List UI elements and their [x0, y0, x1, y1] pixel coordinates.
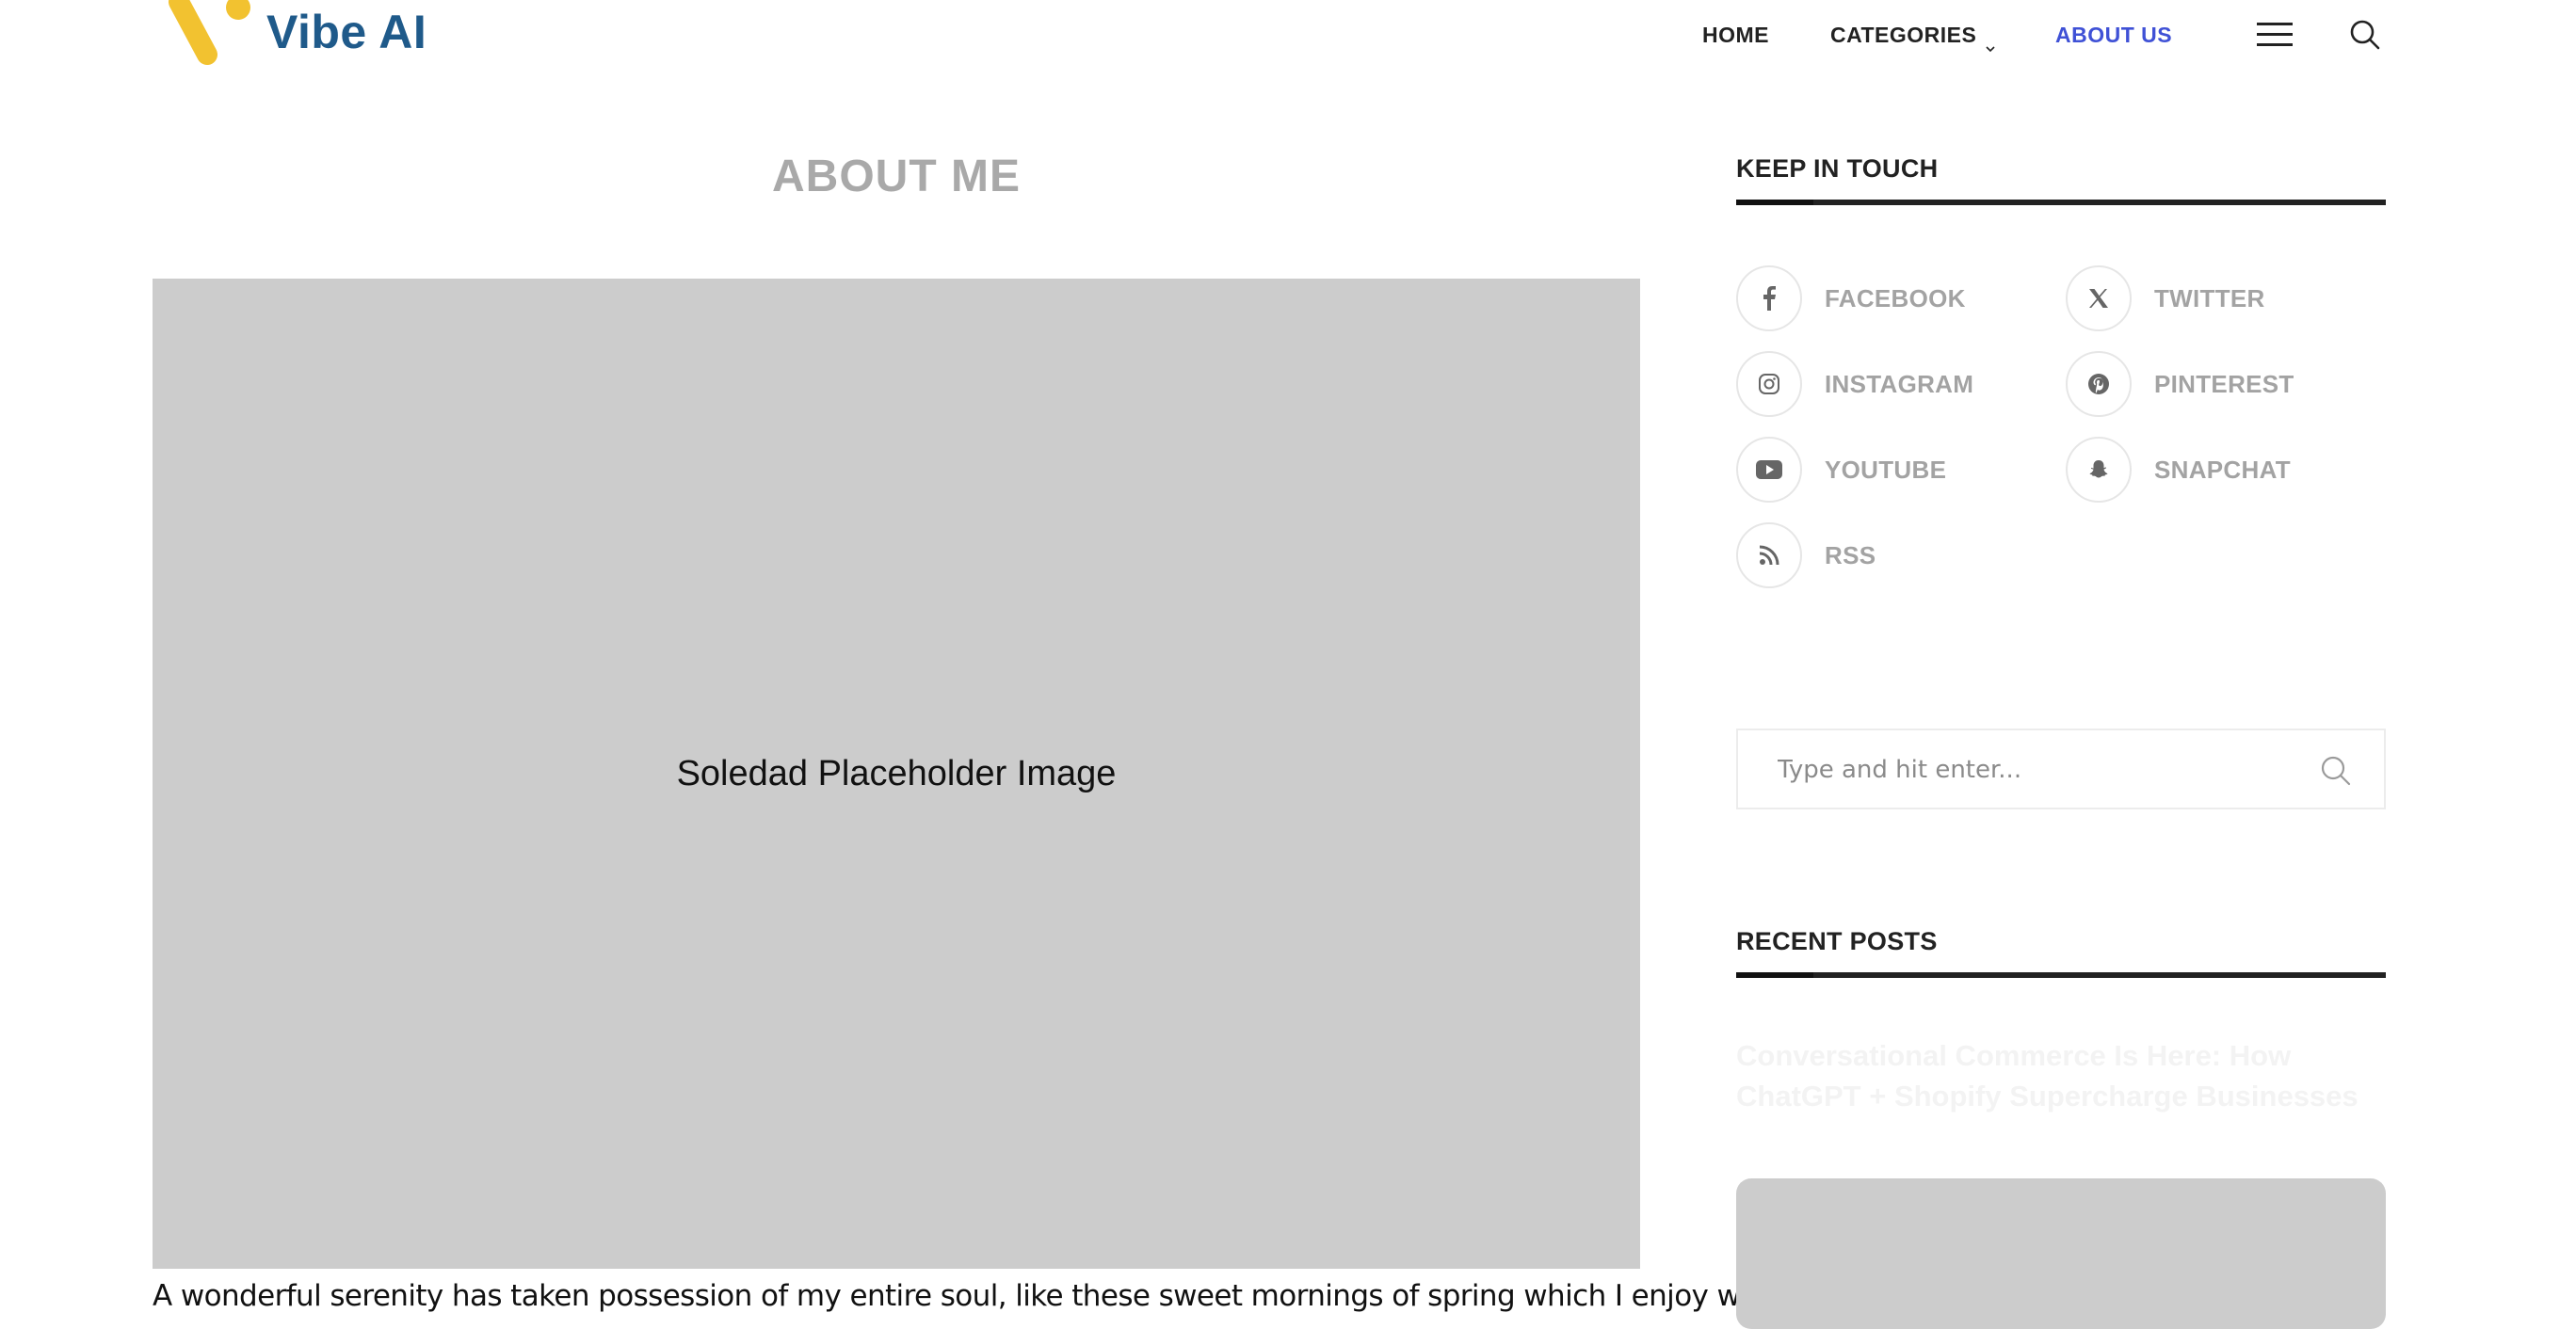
search-icon[interactable]	[2349, 19, 2381, 51]
social-rss[interactable]: RSS	[1736, 522, 1876, 588]
instagram-icon	[1736, 351, 1802, 417]
recent-posts-title: RECENT POSTS	[1736, 927, 1938, 955]
youtube-icon	[1736, 437, 1802, 503]
rss-icon	[1736, 522, 1802, 588]
featured-image: Soledad Placeholder Image	[153, 279, 1640, 1269]
snapchat-icon	[2066, 437, 2132, 503]
pinterest-icon	[2066, 351, 2132, 417]
keep-in-touch-title: KEEP IN TOUCH	[1736, 154, 1939, 183]
intro-paragraph: A wonderful serenity has taken possessio…	[153, 1279, 1778, 1313]
nav-home[interactable]: HOME	[1702, 21, 1769, 49]
nav-categories-label: CATEGORIES	[1830, 23, 1977, 47]
brand-name[interactable]: Vibe AI	[266, 2, 427, 62]
social-twitter[interactable]: TWITTER	[2066, 265, 2265, 331]
widget-divider	[1736, 200, 2386, 205]
logo-mark[interactable]	[160, 0, 264, 79]
recent-post-title[interactable]: Conversational Commerce Is Here: How Cha…	[1736, 1035, 2386, 1116]
social-snapchat[interactable]: SNAPCHAT	[2066, 437, 2291, 503]
widget-divider	[1736, 972, 2386, 978]
x-icon	[2066, 265, 2132, 331]
nav-about-us[interactable]: ABOUT US	[2055, 21, 2172, 49]
twitter-label: TWITTER	[2154, 283, 2265, 312]
chevron-down-icon	[1986, 32, 1995, 53]
pinterest-label: PINTEREST	[2154, 369, 2294, 398]
youtube-label: YOUTUBE	[1825, 455, 1947, 484]
page-title: ABOUT ME	[772, 152, 1021, 201]
social-instagram[interactable]: INSTAGRAM	[1736, 351, 1973, 417]
sidebar-search[interactable]	[1736, 729, 2386, 809]
social-facebook[interactable]: FACEBOOK	[1736, 265, 1966, 331]
rss-label: RSS	[1825, 540, 1876, 569]
facebook-label: FACEBOOK	[1825, 283, 1966, 312]
menu-icon[interactable]	[2257, 23, 2293, 47]
search-input[interactable]	[1776, 730, 2307, 809]
facebook-icon	[1736, 265, 1802, 331]
search-icon[interactable]	[2320, 755, 2352, 787]
snapchat-label: SNAPCHAT	[2154, 455, 2291, 484]
social-youtube[interactable]: YOUTUBE	[1736, 437, 1946, 503]
social-pinterest[interactable]: PINTEREST	[2066, 351, 2294, 417]
instagram-label: INSTAGRAM	[1825, 369, 1974, 398]
image-placeholder-text: Soledad Placeholder Image	[676, 753, 1117, 793]
recent-post-thumbnail[interactable]	[1736, 1178, 2386, 1329]
nav-categories[interactable]: CATEGORIES	[1830, 21, 1995, 53]
